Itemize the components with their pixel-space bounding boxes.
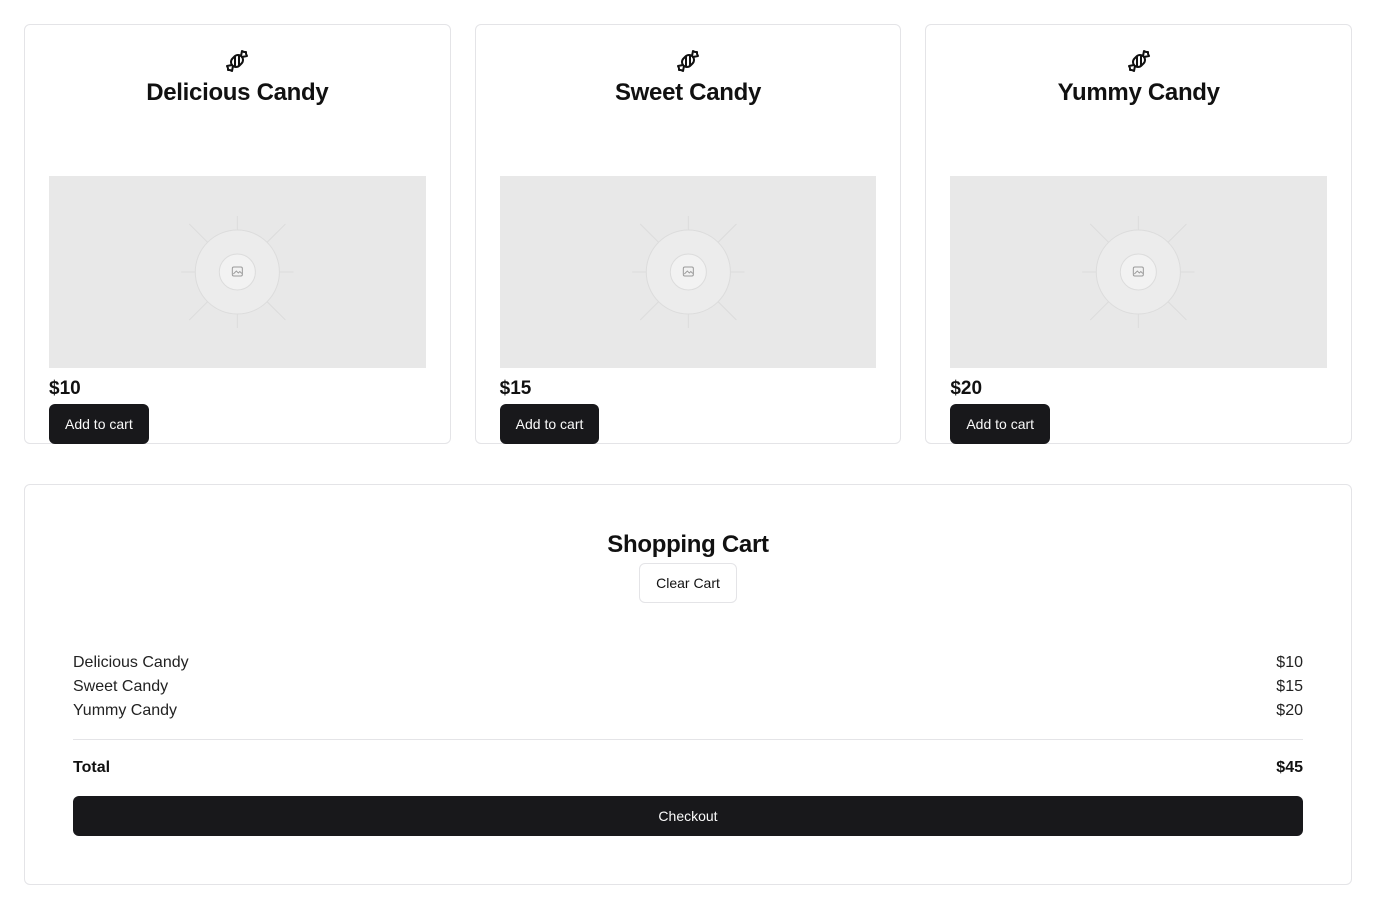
candy-icon [226,50,249,72]
add-to-cart-button[interactable]: Add to cart [499,404,600,444]
cart-item-name: Yummy Candy [73,702,178,719]
product-card-header: Yummy Candy [950,49,1327,176]
image-placeholder-icon [631,216,745,328]
product-card: Yummy Candy $20 Add to cart [925,24,1353,444]
cart-item-price: $20 [1276,702,1303,719]
product-title: Delicious Candy [146,79,329,106]
product-image-placeholder [499,176,877,368]
cart-total-row: Total $45 [73,758,1303,778]
product-price: $15 [499,378,532,399]
cart-item: Sweet Candy $15 [73,675,1303,699]
product-card-header: Delicious Candy [49,49,426,176]
candy-icon [1127,50,1150,72]
cart-title: Shopping Cart [607,531,769,558]
cart-items-list: Delicious Candy $10 Sweet Candy $15 Yumm… [73,651,1303,723]
add-to-cart-button[interactable]: Add to cart [49,404,149,444]
product-grid: Delicious Candy $10 Add to cart Sweet Ca… [24,24,1353,444]
product-title: Yummy Candy [1057,79,1220,106]
product-card: Sweet Candy $15 Add to cart [474,24,902,444]
clear-cart-button[interactable]: Clear Cart [639,563,737,603]
image-placeholder-icon [1082,216,1195,328]
product-title: Sweet Candy [614,79,762,106]
cart-total-label: Total [73,759,111,776]
product-image-placeholder [950,176,1328,368]
checkout-button[interactable]: Checkout [73,796,1303,836]
cart-divider [73,739,1303,740]
shopping-cart-panel: Shopping Cart Clear Cart Delicious Candy… [24,484,1352,885]
candy-icon [677,50,699,72]
cart-item-price: $10 [1276,654,1303,671]
cart-total-value: $45 [1276,759,1303,776]
clear-cart-wrap: Clear Cart [73,563,1303,603]
add-to-cart-button[interactable]: Add to cart [950,404,1051,444]
cart-item-name: Sweet Candy [73,678,169,695]
cart-item: Yummy Candy $20 [73,699,1303,723]
cart-item-name: Delicious Candy [73,654,189,671]
product-price: $20 [950,378,983,399]
product-card-header: Sweet Candy [500,49,877,176]
product-card: Delicious Candy $10 Add to cart [24,24,451,444]
cart-item-price: $15 [1276,678,1303,695]
image-placeholder-icon [181,216,294,328]
product-image-placeholder [49,176,426,368]
product-price: $10 [49,378,81,399]
cart-item: Delicious Candy $10 [73,651,1303,675]
